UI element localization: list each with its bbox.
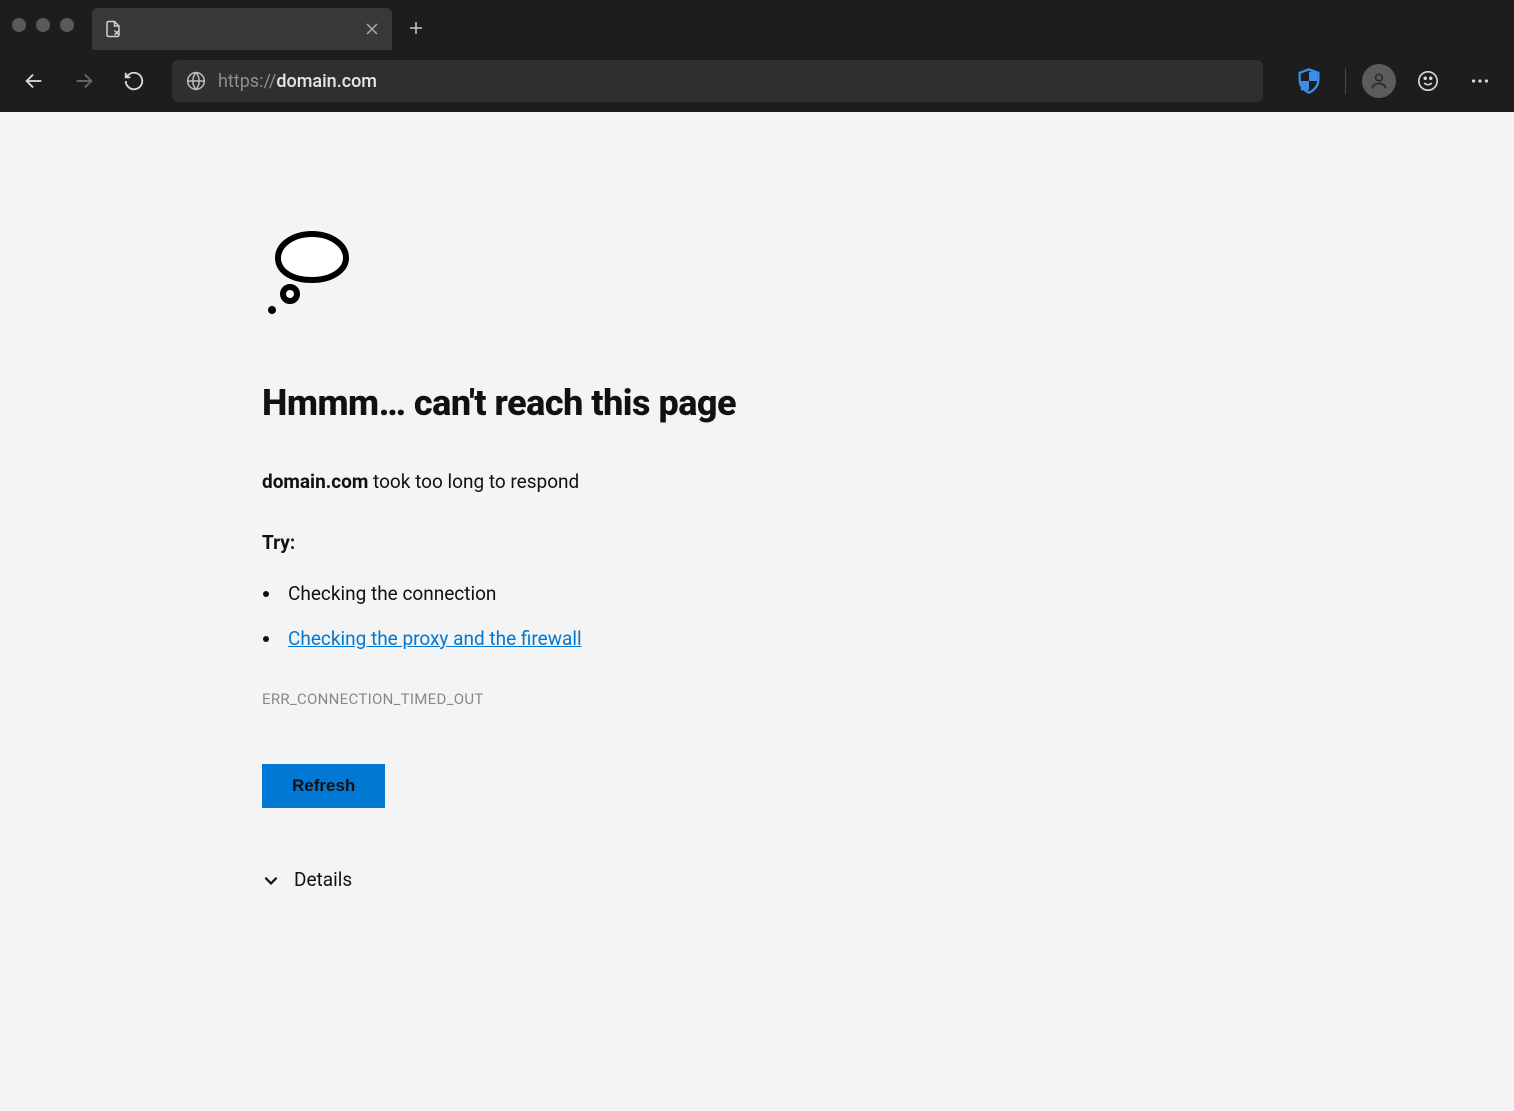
error-message-rest: took too long to respond — [368, 470, 579, 493]
new-tab-button[interactable] — [398, 10, 434, 46]
refresh-button[interactable] — [114, 61, 154, 101]
browser-tab[interactable] — [92, 8, 392, 50]
more-menu-button[interactable] — [1460, 61, 1500, 101]
tab-favicon-error-icon — [104, 20, 122, 38]
profile-button[interactable] — [1362, 64, 1396, 98]
try-item: Checking the proxy and the firewall — [282, 627, 1514, 650]
thought-bubble-icon — [262, 222, 362, 322]
error-page: Hmmm… can't reach this page domain.com t… — [0, 112, 1514, 1111]
error-message: domain.com took too long to respond — [262, 470, 1514, 493]
url-prefix: https:// — [218, 71, 276, 92]
window-maximize-button[interactable] — [60, 18, 74, 32]
window-controls — [12, 18, 74, 32]
url-text: https://domain.com — [218, 71, 377, 92]
close-tab-button[interactable] — [364, 21, 380, 37]
url-domain: domain.com — [276, 71, 377, 92]
error-title: Hmmm… can't reach this page — [262, 382, 1514, 424]
try-label: Try: — [262, 531, 1514, 554]
tab-bar — [0, 0, 1514, 50]
forward-button[interactable] — [64, 61, 104, 101]
window-minimize-button[interactable] — [36, 18, 50, 32]
details-toggle[interactable]: Details — [262, 868, 1514, 891]
error-code: ERR_CONNECTION_TIMED_OUT — [262, 690, 1514, 708]
try-item: Checking the connection — [282, 582, 1514, 605]
feedback-smiley-button[interactable] — [1408, 61, 1448, 101]
back-button[interactable] — [14, 61, 54, 101]
globe-icon — [186, 71, 206, 91]
chevron-down-icon — [262, 871, 280, 889]
proxy-firewall-link[interactable]: Checking the proxy and the firewall — [288, 627, 582, 650]
toolbar-right — [1289, 61, 1500, 101]
try-list: Checking the connection Checking the pro… — [262, 582, 1514, 650]
details-label: Details — [294, 868, 352, 891]
browser-chrome: https://domain.com — [0, 0, 1514, 112]
toolbar-divider — [1345, 68, 1346, 94]
window-close-button[interactable] — [12, 18, 26, 32]
toolbar: https://domain.com — [0, 50, 1514, 112]
try-item-text: Checking the connection — [288, 582, 496, 605]
address-bar[interactable]: https://domain.com — [172, 60, 1263, 102]
tracking-shield-button[interactable] — [1289, 61, 1329, 101]
refresh-page-button[interactable]: Refresh — [262, 764, 385, 808]
error-message-domain: domain.com — [262, 470, 368, 493]
